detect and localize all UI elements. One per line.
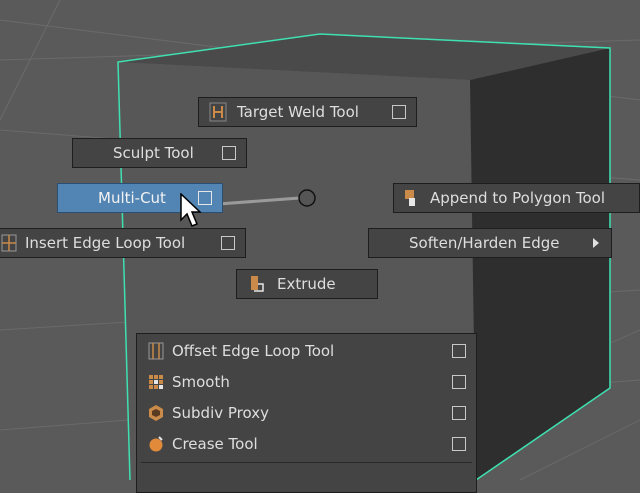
option-box-icon[interactable] <box>452 437 466 451</box>
append-polygon-icon <box>404 189 418 207</box>
menu-item-soften-harden-edge[interactable]: Soften/Harden Edge <box>368 228 612 258</box>
smooth-icon <box>148 374 164 390</box>
menu-item-sculpt-tool[interactable]: Sculpt Tool <box>72 138 247 168</box>
submenu-item-offset-edge-loop-tool[interactable]: Offset Edge Loop Tool <box>137 336 476 366</box>
submenu-arrow-icon <box>593 238 599 248</box>
submenu-item-label: Crease Tool <box>172 435 258 453</box>
option-box-icon[interactable] <box>392 105 406 119</box>
menu-item-append-to-polygon-tool[interactable]: Append to Polygon Tool <box>393 183 640 213</box>
insert-edge-loop-icon <box>1 234 17 252</box>
cube-side-face <box>470 48 610 480</box>
polygon-tools-submenu: Offset Edge Loop Tool Smooth Subdiv Prox… <box>136 333 477 493</box>
mouse-pointer-icon <box>180 193 202 227</box>
gesture-origin-marker <box>298 189 316 207</box>
menu-item-label: Target Weld Tool <box>237 103 359 121</box>
submenu-item-label: Subdiv Proxy <box>172 404 269 422</box>
submenu-item-crease-tool[interactable]: Crease Tool <box>137 429 476 459</box>
menu-item-label: Extrude <box>277 275 336 293</box>
menu-item-target-weld-tool[interactable]: Target Weld Tool <box>198 97 417 127</box>
extrude-icon <box>249 274 265 294</box>
option-box-icon[interactable] <box>452 375 466 389</box>
offset-edge-loop-icon <box>148 342 164 360</box>
menu-item-label: Append to Polygon Tool <box>430 189 605 207</box>
submenu-divider <box>141 462 472 463</box>
option-box-icon[interactable] <box>452 406 466 420</box>
submenu-item-label: Offset Edge Loop Tool <box>172 342 335 360</box>
submenu-item-subdiv-proxy[interactable]: Subdiv Proxy <box>137 398 476 428</box>
menu-item-label: Soften/Harden Edge <box>409 234 560 252</box>
target-weld-icon <box>209 102 227 122</box>
menu-item-label: Insert Edge Loop Tool <box>25 234 186 252</box>
crease-tool-icon <box>148 436 164 452</box>
option-box-icon[interactable] <box>221 236 235 250</box>
submenu-item-smooth[interactable]: Smooth <box>137 367 476 397</box>
menu-item-extrude[interactable]: Extrude <box>236 269 378 299</box>
option-box-icon[interactable] <box>452 344 466 358</box>
viewport-3d[interactable]: Target Weld Tool Sculpt Tool Multi-Cut I… <box>0 0 640 493</box>
menu-item-label: Sculpt Tool <box>113 144 194 162</box>
submenu-item-label: Smooth <box>172 373 230 391</box>
option-box-icon[interactable] <box>222 146 236 160</box>
subdiv-proxy-icon <box>148 404 164 422</box>
menu-item-insert-edge-loop-tool[interactable]: Insert Edge Loop Tool <box>0 228 246 258</box>
